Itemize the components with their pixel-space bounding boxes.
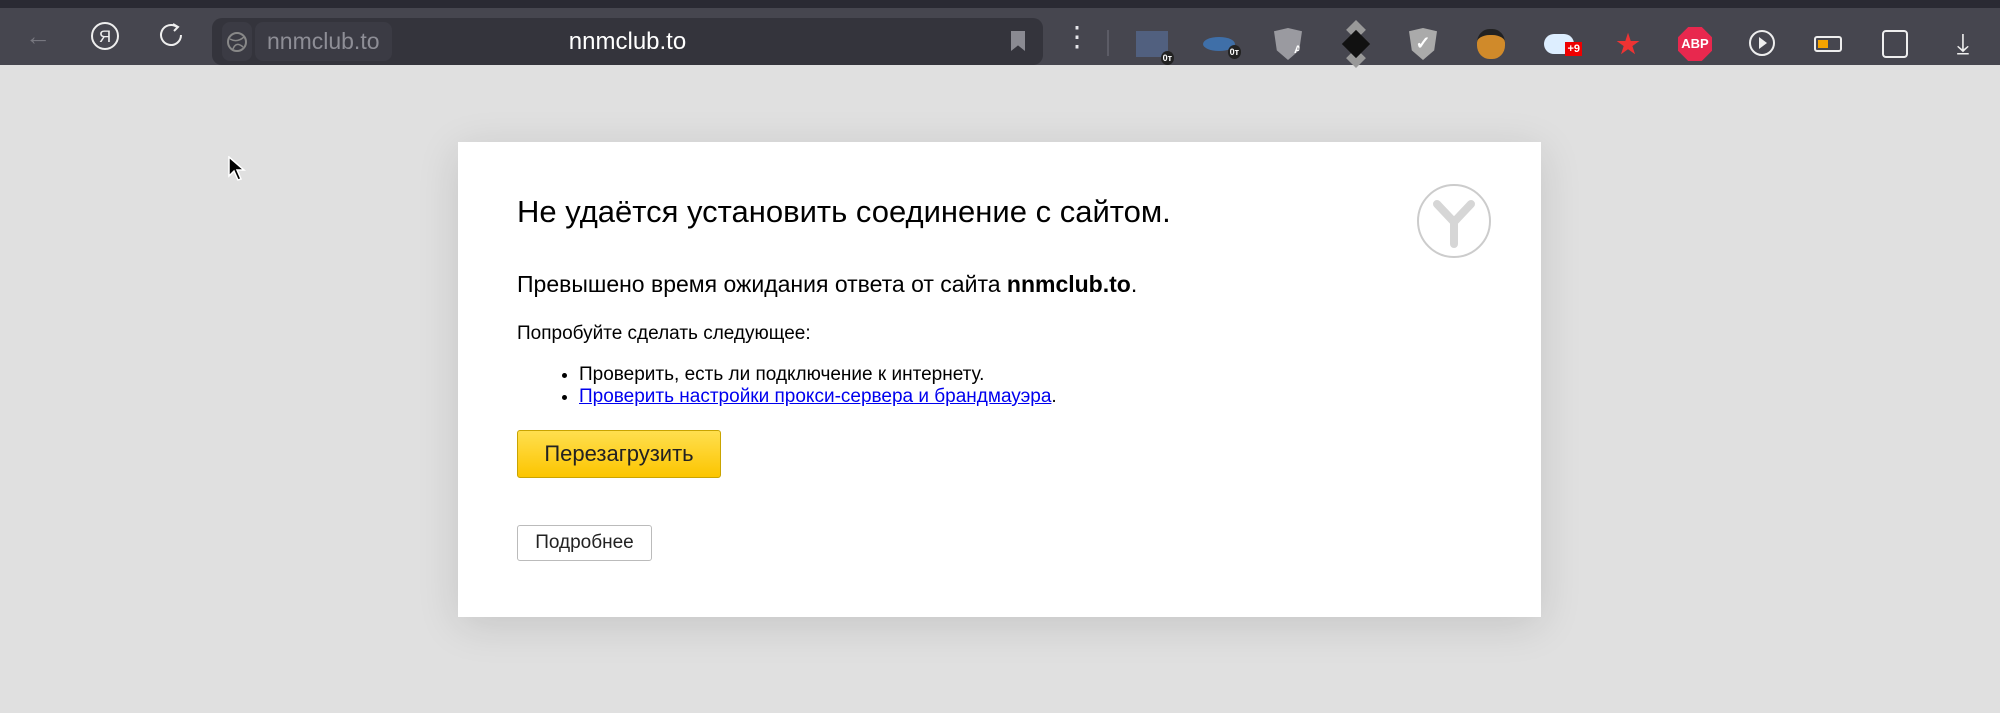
reload-icon (160, 23, 182, 46)
message-text: Превышено время ожидания ответа от сайта (517, 271, 1007, 297)
adguard-a-icon[interactable]: A (1270, 26, 1306, 62)
badge: +9 (1565, 42, 1582, 56)
stars-extension-icon[interactable]: ★ (1610, 26, 1646, 62)
yandex-logo-icon: Я (91, 22, 119, 50)
reload-button[interactable] (150, 14, 194, 58)
media-play-icon[interactable] (1745, 26, 1781, 62)
vpn-extension-icon[interactable]: 0т (1201, 26, 1241, 62)
mail-extension-icon[interactable]: 0т (1134, 26, 1174, 65)
suggestion-item: Проверить настройки прокси-сервера и бра… (579, 386, 1057, 408)
try-label: Попробуйте сделать следующее: (517, 323, 811, 344)
menu-dots-button[interactable]: ⋮ (1055, 14, 1099, 58)
error-card: Не удаётся установить соединение с сайто… (458, 142, 1541, 617)
suggestion-item: Проверить, есть ли подключение к интерне… (579, 364, 1057, 386)
bear-extension-icon[interactable] (1473, 26, 1509, 62)
error-message: Превышено время ожидания ответа от сайта… (517, 271, 1137, 298)
error-title: Не удаётся установить соединение с сайто… (517, 194, 1171, 229)
svg-text:Я: Я (99, 27, 111, 46)
reload-button[interactable]: Перезагрузить (517, 430, 721, 478)
diamond-extension-icon[interactable] (1338, 26, 1374, 62)
mouse-cursor-icon (228, 156, 246, 181)
suggestions-list: Проверить, есть ли подключение к интерне… (579, 364, 1057, 408)
address-bar[interactable]: nnmclub.to nnmclub.to (212, 18, 1043, 65)
badge: 0т (1227, 45, 1241, 59)
url-text[interactable]: nnmclub.to (212, 18, 1043, 65)
badge: 0т (1160, 51, 1174, 65)
sidebar-extension-icon[interactable] (1877, 26, 1913, 62)
proxy-settings-link[interactable]: Проверить настройки прокси-сервера и бра… (579, 386, 1051, 407)
adblock-plus-icon[interactable]: ABP (1677, 26, 1713, 62)
details-button[interactable]: Подробнее (517, 525, 652, 561)
toolbar-divider (1107, 30, 1109, 56)
yandex-home-button[interactable]: Я (83, 14, 127, 58)
message-suffix: . (1130, 271, 1138, 297)
battery-icon[interactable] (1810, 26, 1846, 62)
yandex-browser-logo-icon (1417, 184, 1491, 258)
back-button[interactable]: ← (16, 14, 60, 58)
cloud-extension-icon[interactable]: +9 (1541, 26, 1582, 62)
download-icon[interactable]: ⤓ (1945, 26, 1981, 62)
shield-check-icon[interactable]: ✓ (1405, 26, 1441, 62)
suffix: . (1051, 386, 1057, 407)
host-name: nnmclub.to (1006, 271, 1131, 297)
browser-toolbar: ← Я nnmclub.to nnmclub.to ⋮ 0т 0т A ✓ +9… (0, 0, 2000, 65)
